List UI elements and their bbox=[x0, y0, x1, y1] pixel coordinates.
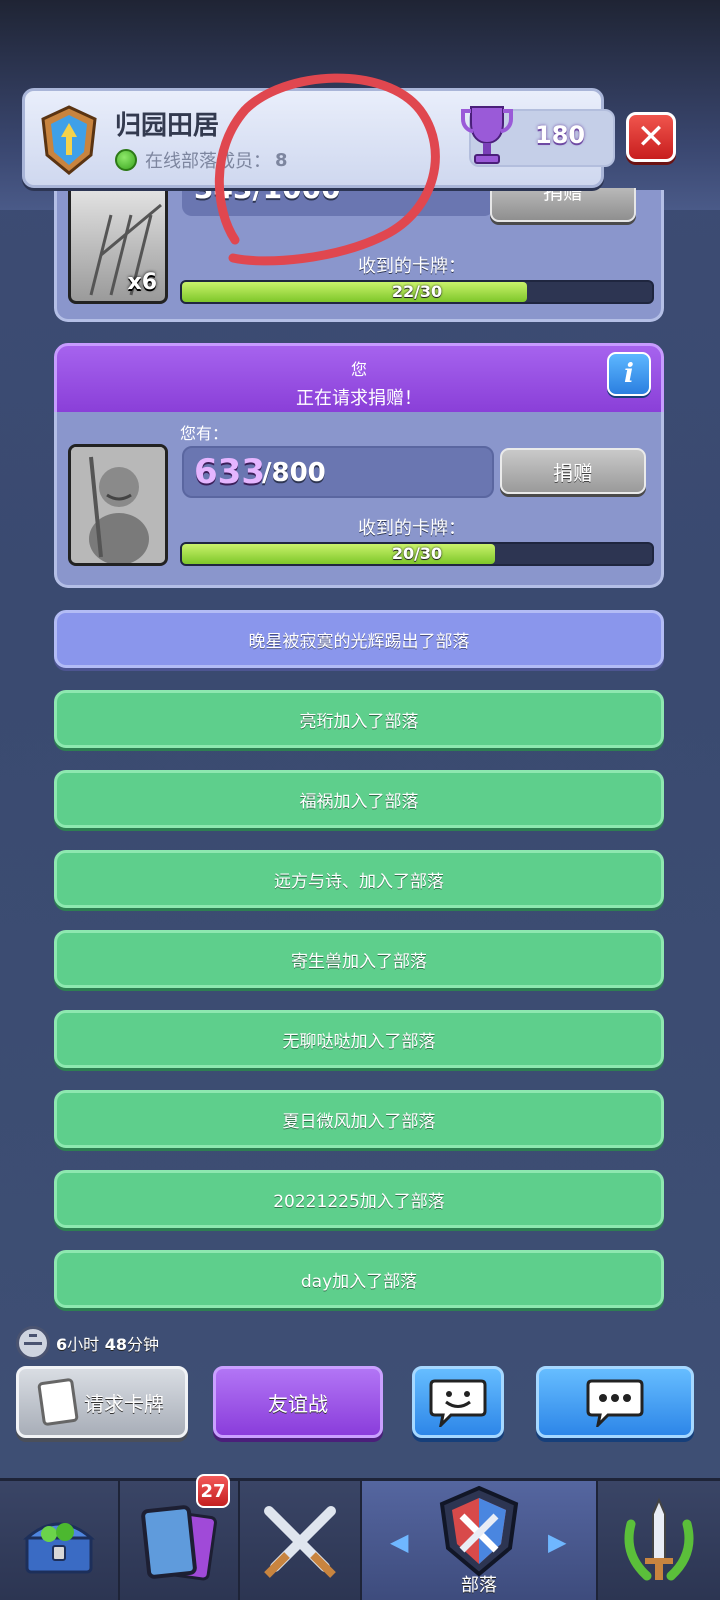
received-label: 收到的卡牌： bbox=[358, 518, 466, 539]
cards-owned: 633 bbox=[194, 452, 265, 492]
cards-deck-icon bbox=[141, 1505, 217, 1581]
chat-button[interactable] bbox=[536, 1366, 694, 1438]
event-join: 寄生兽加入了部落 bbox=[54, 930, 664, 988]
timer-minutes-unit: 分钟 bbox=[127, 1335, 160, 1354]
friendly-battle-button[interactable]: 友谊战 bbox=[213, 1366, 383, 1438]
nav-right-arrow-icon[interactable]: ▶ bbox=[548, 1528, 566, 1556]
treasure-chest-icon bbox=[23, 1522, 95, 1574]
cards-notification-badge: 27 bbox=[196, 1474, 230, 1508]
event-join: 20221225加入了部落 bbox=[54, 1170, 664, 1228]
nav-left-arrow-icon[interactable]: ◀ bbox=[390, 1528, 408, 1556]
prev-progress-text: 22/30 bbox=[391, 282, 443, 301]
nav-battle[interactable] bbox=[240, 1481, 362, 1600]
requester-name: 您 bbox=[350, 360, 367, 379]
online-label: 在线部落成员： bbox=[145, 151, 271, 172]
timer-hours: 6 bbox=[56, 1335, 68, 1354]
online-count: 8 bbox=[275, 149, 288, 171]
request-cards-button[interactable]: 请求卡牌 bbox=[16, 1366, 188, 1438]
card-multiplier: x6 bbox=[127, 270, 158, 295]
nav-clan-label: 部落 bbox=[461, 1575, 497, 1596]
online-status-icon bbox=[115, 149, 137, 171]
nav-shop[interactable] bbox=[0, 1481, 120, 1600]
event-join: 福祸加入了部落 bbox=[54, 770, 664, 828]
prev-received-label: 收到的卡牌： bbox=[358, 256, 466, 277]
smiley-chat-icon bbox=[429, 1379, 487, 1427]
you-have-label: 您有： bbox=[180, 424, 229, 443]
chat-bubble-icon bbox=[586, 1379, 644, 1427]
online-members: 在线部落成员： 8 bbox=[115, 147, 288, 173]
prev-donate-label: 捐赠 bbox=[543, 188, 583, 204]
request-timer: 6小时 48分钟 bbox=[16, 1326, 159, 1360]
event-kick: 晚星被寂寞的光辉踢出了部落 bbox=[54, 610, 664, 668]
received-progress-bar: 20/30 bbox=[180, 542, 654, 566]
cards-needed: /800 bbox=[262, 458, 326, 488]
donation-request-header: 您 正在请求捐赠！ i bbox=[54, 343, 664, 415]
timer-minutes: 48 bbox=[104, 1335, 127, 1354]
event-join: 无聊哒哒加入了部落 bbox=[54, 1010, 664, 1068]
prev-progress-bar: 22/30 bbox=[180, 280, 654, 304]
clan-header: 归园田居 在线部落成员： 8 180 bbox=[22, 88, 615, 188]
prev-donate-button[interactable]: 捐赠 bbox=[490, 188, 636, 222]
clan-badge-icon bbox=[41, 105, 97, 175]
event-join: 亮珩加入了部落 bbox=[54, 690, 664, 748]
received-progress-text: 20/30 bbox=[391, 544, 443, 563]
card-icon bbox=[37, 1377, 79, 1427]
close-button[interactable]: ✕ bbox=[626, 112, 676, 162]
trophy-count: 180 bbox=[535, 121, 586, 149]
timer-icon bbox=[16, 1326, 50, 1360]
request-message: 正在请求捐赠！ bbox=[296, 388, 422, 409]
event-join: 夏日微风加入了部落 bbox=[54, 1090, 664, 1148]
nav-events[interactable] bbox=[598, 1481, 720, 1600]
requested-card-image bbox=[68, 444, 168, 566]
arrows-card-image: x6 bbox=[68, 182, 168, 304]
request-cards-label: 请求卡牌 bbox=[84, 1391, 164, 1416]
trophy-icon bbox=[461, 106, 513, 164]
goblin-card-icon bbox=[71, 447, 165, 563]
info-icon: i bbox=[624, 359, 634, 389]
event-join: 远方与诗、加入了部落 bbox=[54, 850, 664, 908]
info-button[interactable]: i bbox=[607, 352, 651, 396]
card-count-box: 633 /800 bbox=[182, 446, 494, 498]
prev-count-text: 343/1000 bbox=[194, 188, 341, 205]
bottom-nav: 部落 bbox=[0, 1478, 720, 1600]
clan-name: 归园田居 bbox=[115, 111, 220, 141]
clan-shield-icon bbox=[439, 1485, 519, 1577]
timer-text: 6小时 48分钟 bbox=[56, 1331, 159, 1355]
prev-count-box: 343/1000 bbox=[182, 188, 494, 216]
timer-hours-unit: 小时 bbox=[67, 1335, 100, 1354]
close-icon: ✕ bbox=[636, 117, 666, 157]
laurel-sword-icon bbox=[624, 1497, 694, 1581]
emote-button[interactable] bbox=[412, 1366, 504, 1438]
donate-button[interactable]: 捐赠 bbox=[500, 448, 646, 494]
crossed-swords-icon bbox=[264, 1506, 336, 1578]
event-join: day加入了部落 bbox=[54, 1250, 664, 1308]
